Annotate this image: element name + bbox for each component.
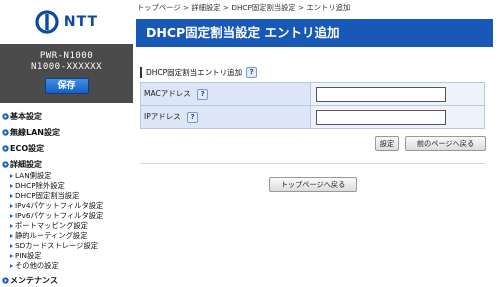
triangle-bullet-icon	[10, 214, 13, 218]
arrow-right-icon	[2, 112, 9, 120]
subnav-item-label: PIN設定	[15, 251, 42, 260]
subnav-item-pin[interactable]: PIN設定	[0, 251, 133, 261]
main-content: トップページ > 詳細設定 > DHCP固定割当設定 > エントリ追加 DHCP…	[133, 0, 500, 287]
ntt-logo-icon	[35, 10, 59, 34]
ip-address-input[interactable]	[316, 109, 446, 125]
sidebar-nav: 基本設定 無線LAN設定 ECO設定 詳細設定 LAN側設定 DHCP除外設定 …	[0, 110, 133, 287]
save-button[interactable]: 保存	[44, 78, 89, 94]
subnav-item-label: SDカードストレージ設定	[15, 241, 99, 250]
nav-item-wireless-lan[interactable]: 無線LAN設定	[0, 126, 133, 138]
triangle-bullet-icon	[10, 174, 13, 178]
arrow-right-icon	[2, 144, 9, 152]
subnav-item-lan[interactable]: LAN側設定	[0, 171, 133, 181]
arrow-right-icon	[2, 276, 9, 284]
triangle-bullet-icon	[10, 194, 13, 198]
device-model: PWR-N1000	[39, 51, 94, 61]
logo-text: NTT	[63, 14, 99, 30]
form-row-ip: IPアドレス ?	[140, 105, 485, 129]
entry-form-table: MACアドレス ? IPアドレス ?	[140, 82, 485, 129]
subnav-item-label: DHCP除外設定	[15, 181, 65, 190]
triangle-bullet-icon	[10, 254, 13, 258]
nav-item-label: 基本設定	[10, 111, 42, 121]
device-info-box: PWR-N1000 N1000-XXXXXX 保存	[0, 44, 133, 103]
subnav-item-label: その他の設定	[15, 261, 59, 270]
nav-item-label: メンテナンス	[10, 275, 58, 285]
subnav-item-label: ポートマッピング設定	[15, 221, 88, 230]
mac-address-input[interactable]	[316, 86, 446, 102]
help-icon[interactable]: ?	[197, 89, 209, 100]
subnav-item-dhcp-exclusion[interactable]: DHCP除外設定	[0, 181, 133, 191]
nav-item-basic-settings[interactable]: 基本設定	[0, 110, 133, 122]
nav-item-maintenance[interactable]: メンテナンス	[0, 274, 133, 286]
device-serial: N1000-XXXXXX	[30, 62, 103, 72]
subnav-item-label: IPv4パケットフィルタ設定	[15, 201, 104, 210]
nav-item-label: 無線LAN設定	[10, 127, 60, 137]
help-icon[interactable]: ?	[187, 112, 199, 123]
mac-address-field-cell	[310, 82, 485, 106]
subnav-item-label: IPv6パケットフィルタ設定	[15, 211, 104, 220]
subnav-item-sd-storage[interactable]: SDカードストレージ設定	[0, 241, 133, 251]
triangle-bullet-icon	[10, 204, 13, 208]
arrow-right-icon	[2, 128, 9, 136]
mac-address-label-cell: MACアドレス ?	[140, 82, 311, 106]
set-button[interactable]: 設定	[375, 136, 399, 151]
ip-address-field-cell	[310, 105, 485, 129]
triangle-bullet-icon	[10, 184, 13, 188]
ip-address-label: IPアドレス	[144, 112, 181, 121]
subnav-item-port-mapping[interactable]: ポートマッピング設定	[0, 221, 133, 231]
section-title-text: DHCP固定割当エントリ追加	[146, 68, 243, 77]
mac-address-label: MACアドレス	[144, 89, 191, 98]
subnav-item-label: LAN側設定	[15, 171, 52, 180]
logo-area: NTT	[0, 0, 133, 44]
page-title: DHCP固定割当設定 エントリ追加	[136, 19, 493, 47]
nav-item-label: ECO設定	[10, 143, 45, 153]
triangle-bullet-icon	[10, 234, 13, 238]
nav-item-label: 詳細設定	[10, 159, 42, 169]
subnav-item-dhcp-fixed[interactable]: DHCP固定割当設定	[0, 191, 133, 201]
subnav-item-other[interactable]: その他の設定	[0, 261, 133, 271]
triangle-bullet-icon	[10, 244, 13, 248]
subnav-item-label: 静的ルーティング設定	[15, 231, 88, 240]
subnav-item-label: DHCP固定割当設定	[15, 191, 80, 200]
ntt-logo: NTT	[35, 10, 98, 34]
nav-item-eco-settings[interactable]: ECO設定	[0, 142, 133, 154]
subnav-item-static-routing[interactable]: 静的ルーティング設定	[0, 231, 133, 241]
divider	[140, 163, 485, 164]
subnav-item-ipv6-filter[interactable]: IPv6パケットフィルタ設定	[0, 211, 133, 221]
sidebar: NTT PWR-N1000 N1000-XXXXXX 保存 基本設定 無線LAN…	[0, 0, 133, 287]
triangle-bullet-icon	[10, 264, 13, 268]
arrow-down-icon	[2, 160, 9, 168]
section-title: DHCP固定割当エントリ追加 ?	[140, 67, 258, 78]
subnav-item-ipv4-filter[interactable]: IPv4パケットフィルタ設定	[0, 201, 133, 211]
nav-item-advanced-settings[interactable]: 詳細設定	[0, 158, 133, 170]
triangle-bullet-icon	[10, 224, 13, 228]
ip-address-label-cell: IPアドレス ?	[140, 105, 311, 129]
top-page-button[interactable]: トップページへ戻る	[269, 177, 357, 192]
back-button[interactable]: 前のページへ戻る	[405, 136, 486, 151]
form-row-mac: MACアドレス ?	[140, 82, 485, 106]
section-marker	[140, 67, 142, 78]
help-icon[interactable]: ?	[246, 67, 258, 78]
breadcrumb[interactable]: トップページ > 詳細設定 > DHCP固定割当設定 > エントリ追加	[137, 3, 350, 13]
